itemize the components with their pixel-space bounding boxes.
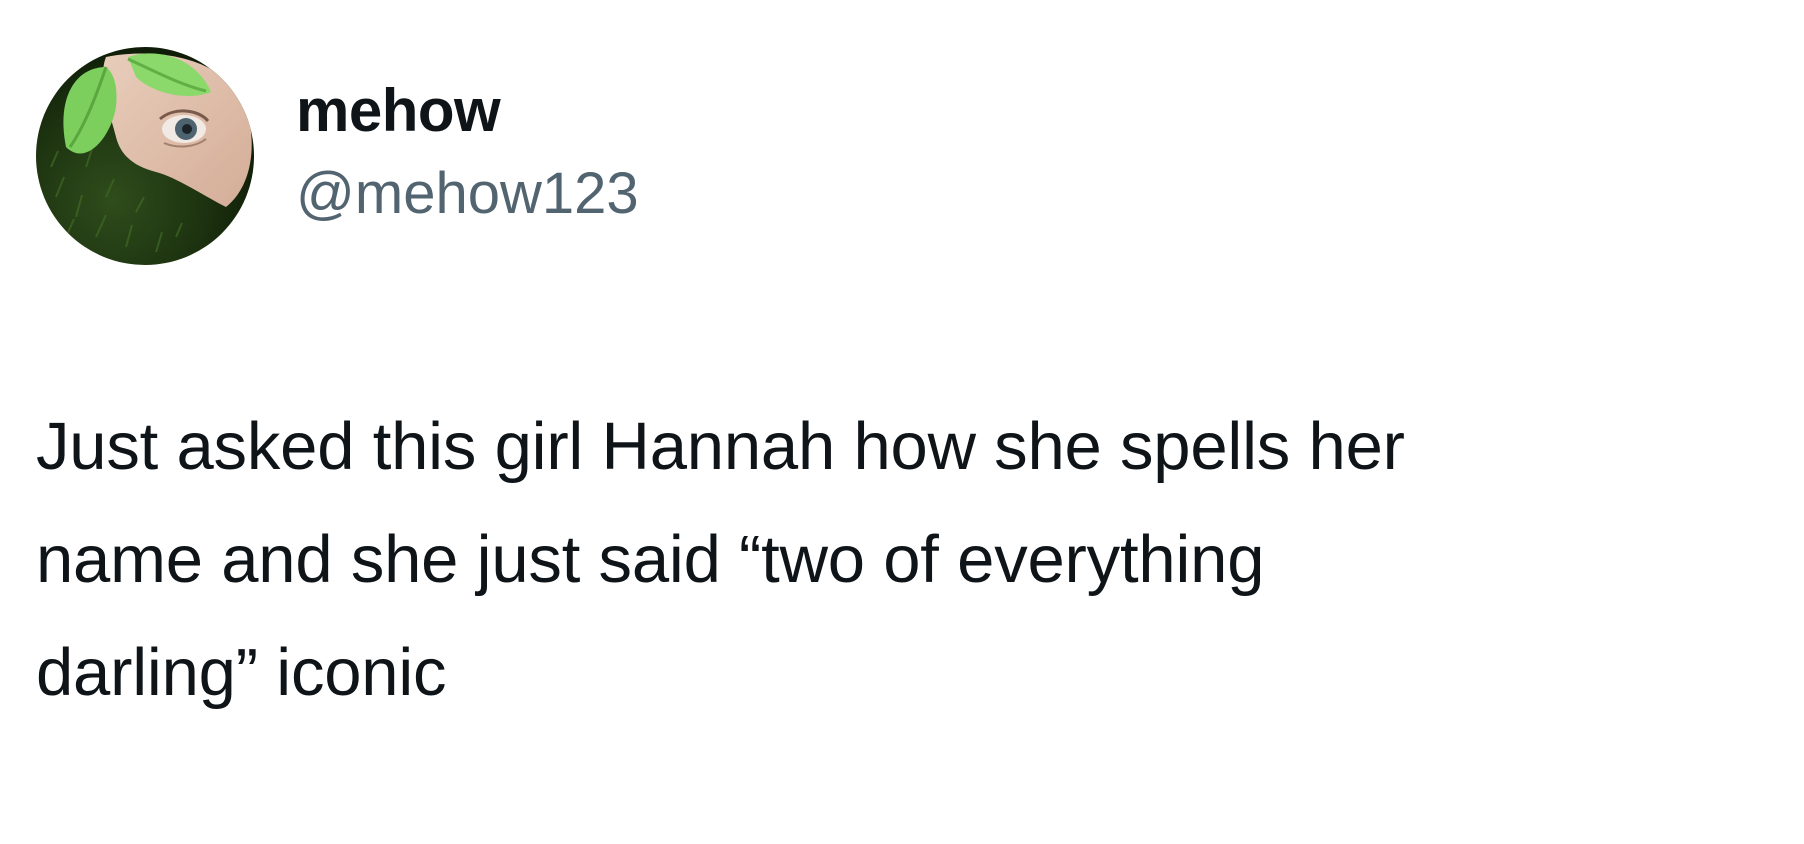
author-handle[interactable]: @mehow123 bbox=[296, 159, 639, 229]
tweet-card: mehow @mehow123 Just asked this girl Han… bbox=[0, 0, 1804, 844]
tweet-header: mehow @mehow123 bbox=[36, 47, 639, 265]
avatar-image bbox=[36, 47, 254, 265]
avatar[interactable] bbox=[36, 47, 254, 265]
author-names: mehow @mehow123 bbox=[296, 77, 639, 229]
author-display-name[interactable]: mehow bbox=[296, 75, 639, 147]
tweet-text: Just asked this girl Hannah how she spel… bbox=[36, 409, 1405, 710]
